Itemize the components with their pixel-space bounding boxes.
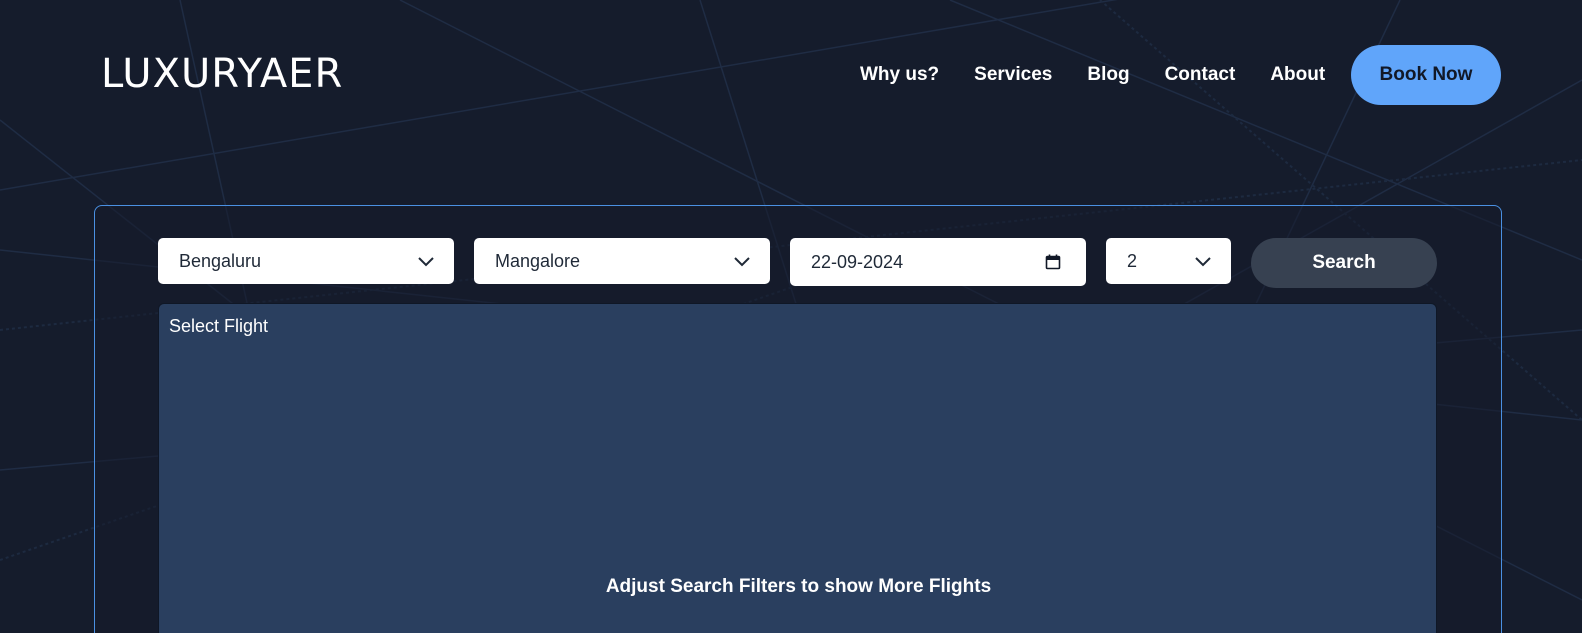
- calendar-icon[interactable]: [1045, 254, 1061, 270]
- nav-about[interactable]: About: [1270, 60, 1325, 90]
- main-nav: Why us? Services Blog Contact About: [860, 60, 1360, 90]
- nav-services[interactable]: Services: [974, 60, 1052, 90]
- nav-blog[interactable]: Blog: [1087, 60, 1129, 90]
- book-now-button[interactable]: Book Now: [1351, 45, 1501, 105]
- passengers-value: 2: [1127, 250, 1138, 271]
- chevron-down-icon: [418, 257, 434, 267]
- chevron-down-icon: [734, 257, 750, 267]
- search-button[interactable]: Search: [1251, 238, 1437, 288]
- select-flight-label: Select Flight: [169, 316, 269, 336]
- to-select[interactable]: Mangalore: [474, 238, 770, 284]
- date-input[interactable]: 22-09-2024: [790, 238, 1086, 286]
- chevron-down-icon: [1195, 257, 1211, 267]
- from-select[interactable]: Bengaluru: [158, 238, 454, 284]
- to-value: Mangalore: [495, 250, 581, 271]
- nav-contact[interactable]: Contact: [1165, 60, 1236, 90]
- from-value: Bengaluru: [179, 250, 262, 271]
- passengers-select[interactable]: 2: [1106, 238, 1231, 284]
- flight-results-panel: Select Flight Adjust Search Filters to s…: [158, 303, 1437, 633]
- no-more-flights-message: Adjust Search Filters to show More Fligh…: [605, 576, 992, 597]
- date-value: 22-09-2024: [811, 251, 904, 272]
- logo[interactable]: LUXURYAER: [101, 54, 343, 94]
- site-header: LUXURYAER Why us? Services Blog Contact …: [0, 0, 1582, 150]
- nav-why-us[interactable]: Why us?: [860, 60, 939, 90]
